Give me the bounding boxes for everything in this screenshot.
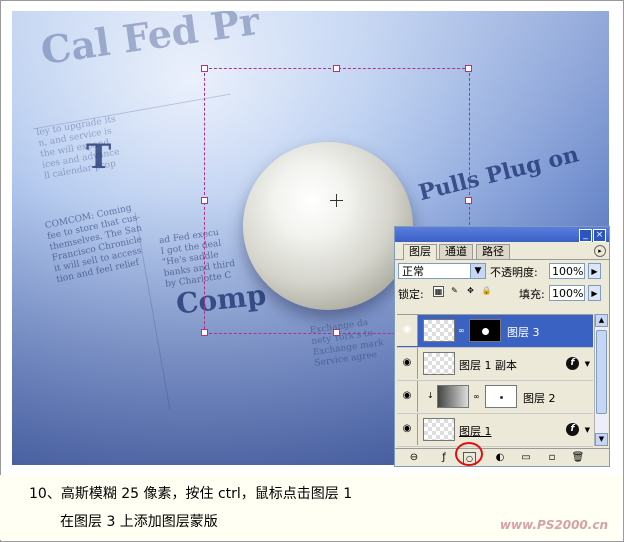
highlight-circle <box>455 442 483 466</box>
layer-row-2[interactable]: ◉ ↓ ∞ 图层 2 <box>397 381 593 414</box>
chevron-down-icon[interactable]: ▼ <box>585 360 590 368</box>
chevron-down-icon[interactable]: ▼ <box>585 426 590 434</box>
lock-paint-icon[interactable]: ✎ <box>449 286 460 297</box>
caption-area: 10、高斯模糊 25 像素，按住 ctrl，鼠标点击图层 1 在图层 3 上添加… <box>0 475 622 540</box>
caption-line-2: 在图层 3 上添加图层蒙版 <box>60 514 218 530</box>
layer-mask-thumbnail[interactable] <box>469 319 501 342</box>
add-style-icon[interactable]: ƒ <box>437 451 451 464</box>
link-icon[interactable]: ∞ <box>473 392 480 401</box>
blend-mode-select[interactable]: 正常 ▼ <box>398 263 486 279</box>
lock-all-icon[interactable]: 🔒 <box>481 286 492 297</box>
effects-icon[interactable]: f <box>566 423 579 436</box>
scroll-up-icon[interactable]: ▲ <box>595 314 608 327</box>
lock-move-icon[interactable]: ✥ <box>465 286 476 297</box>
lock-row: 锁定: ▦ ✎ ✥ 🔒 填充: 100% ▶ <box>395 282 609 304</box>
blend-row: 正常 ▼ 不透明度: 100% ▶ <box>395 260 609 282</box>
link-layers-icon[interactable]: ⊖ <box>407 451 421 464</box>
layer-row-1-copy[interactable]: ◉ 图层 1 副本 f ▼ <box>397 348 593 381</box>
caption-line-1: 10、高斯模糊 25 像素，按住 ctrl，鼠标点击图层 1 <box>29 486 353 502</box>
layer-thumbnail <box>423 352 455 375</box>
layer-thumbnail <box>423 319 455 342</box>
tab-channels[interactable]: 通道 <box>439 244 473 259</box>
layer-mask-thumbnail[interactable] <box>485 385 517 408</box>
layer-name: 图层 1 <box>459 425 492 438</box>
transform-handle[interactable] <box>201 65 208 72</box>
eye-icon[interactable]: ◉ <box>401 424 413 434</box>
minimize-icon[interactable]: _ <box>579 229 592 242</box>
transform-handle[interactable] <box>465 65 472 72</box>
close-icon[interactable]: × <box>593 229 606 242</box>
opacity-field[interactable]: 100% <box>549 263 585 279</box>
layer-row-1[interactable]: ◉ 图层 1 f ▼ <box>397 414 593 447</box>
visibility-cell[interactable]: ◉ <box>397 315 418 346</box>
panel-titlebar[interactable]: _ × <box>395 227 609 242</box>
clipping-arrow-icon: ↓ <box>427 391 434 400</box>
eye-icon[interactable]: ◉ <box>401 358 413 368</box>
panel-tabs: 图层 通道 路径 ▸ <box>395 242 609 260</box>
tab-paths[interactable]: 路径 <box>476 244 510 259</box>
transform-handle[interactable] <box>201 197 208 204</box>
layers-list: ◉ ∞ 图层 3 ◉ 图层 1 副本 f ▼ ◉ ↓ ∞ 图层 2 ◉ 图层 1… <box>397 314 593 447</box>
eye-icon[interactable]: ◉ <box>401 391 413 401</box>
opacity-slider-button[interactable]: ▶ <box>588 263 601 279</box>
panel-menu-icon[interactable]: ▸ <box>594 245 606 257</box>
transform-handle[interactable] <box>333 65 340 72</box>
layer-name: 图层 1 副本 <box>459 359 517 372</box>
fill-slider-button[interactable]: ▶ <box>588 285 601 301</box>
new-group-icon[interactable]: ▭ <box>519 451 533 464</box>
layers-scrollbar[interactable]: ▲ ▼ <box>594 314 608 446</box>
scroll-down-icon[interactable]: ▼ <box>595 433 608 446</box>
lock-transparency-icon[interactable]: ▦ <box>433 286 444 297</box>
new-layer-icon[interactable]: ▫ <box>545 451 559 464</box>
scroll-thumb[interactable] <box>596 330 607 414</box>
center-point-icon[interactable] <box>330 194 343 207</box>
layers-panel: _ × 图层 通道 路径 ▸ 正常 ▼ 不透明度: 100% ▶ 锁定: ▦ ✎… <box>394 226 610 467</box>
adjustment-layer-icon[interactable]: ◐ <box>493 451 507 464</box>
blend-mode-value: 正常 <box>402 265 424 278</box>
visibility-cell[interactable]: ◉ <box>397 414 418 445</box>
layer-thumbnail <box>423 418 455 441</box>
opacity-label: 不透明度: <box>490 266 538 279</box>
panel-bottom-toolbar: ⊖ ƒ ○ ◐ ▭ ▫ 🗑 <box>395 442 609 466</box>
tab-layers[interactable]: 图层 <box>403 244 437 260</box>
watermark: www.PS2000.cn <box>499 518 608 532</box>
eye-icon[interactable]: ◉ <box>401 325 413 335</box>
chevron-down-icon[interactable]: ▼ <box>470 264 485 278</box>
layer-thumbnail <box>437 385 469 408</box>
link-icon[interactable]: ∞ <box>458 326 465 335</box>
effects-icon[interactable]: f <box>566 357 579 370</box>
trash-icon[interactable]: 🗑 <box>571 451 585 464</box>
visibility-cell[interactable]: ◉ <box>397 348 418 379</box>
layer-row-3[interactable]: ◉ ∞ 图层 3 <box>397 315 593 348</box>
fill-field[interactable]: 100% <box>549 285 585 301</box>
transform-handle[interactable] <box>465 197 472 204</box>
visibility-cell[interactable]: ◉ <box>397 381 418 412</box>
fill-label: 填充: <box>519 288 545 301</box>
lock-label: 锁定: <box>398 288 424 301</box>
layer-name: 图层 2 <box>523 392 556 405</box>
transform-handle[interactable] <box>201 329 208 336</box>
layer-name: 图层 3 <box>507 326 540 339</box>
transform-handle[interactable] <box>333 329 340 336</box>
